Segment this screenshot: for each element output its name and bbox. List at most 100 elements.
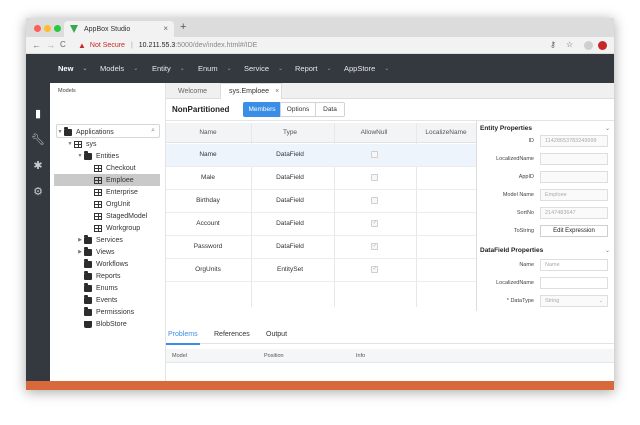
browser-tab[interactable]: AppBox Studio × <box>64 21 174 37</box>
allownull-checkbox[interactable] <box>371 219 378 227</box>
allownull-checkbox[interactable] <box>371 197 378 204</box>
forward-icon[interactable]: → <box>46 40 55 50</box>
tab-welcome[interactable]: Welcome <box>170 83 216 99</box>
menu-enum[interactable]: Enum ⌄ <box>198 54 232 83</box>
tree-node-enums[interactable]: Enums <box>50 282 165 294</box>
tab-problems[interactable]: Problems <box>168 331 198 338</box>
tab-sys-emploee[interactable]: sys.Emploee × <box>220 83 282 99</box>
column-header-type[interactable]: Type <box>274 129 306 136</box>
menu-models[interactable]: Models ⌄ <box>100 54 138 83</box>
prop-sortno-field: 2147483647 <box>540 207 608 219</box>
column-header-localizename[interactable]: LocalizeName <box>420 129 472 136</box>
profile-avatar[interactable] <box>598 41 607 50</box>
menu-new-label: New <box>58 64 74 73</box>
url-path: :5000/dev/index.html#/IDE <box>175 42 258 49</box>
close-window-icon[interactable] <box>34 25 41 32</box>
datafield-properties-header[interactable]: DataField Properties ⌄ <box>478 244 614 256</box>
properties-divider <box>476 121 477 311</box>
new-tab-button[interactable]: + <box>180 21 186 33</box>
prop-localizedname-field[interactable] <box>540 153 608 165</box>
column-header-allownull[interactable]: AllowNull <box>354 129 394 136</box>
caret-right-icon[interactable]: ▶ <box>76 249 84 255</box>
caret-down-icon[interactable]: ▼ <box>66 141 74 147</box>
table-row[interactable]: Password DataField <box>166 236 476 259</box>
tree-node-enterprise[interactable]: Enterprise <box>50 186 165 198</box>
tree-node-workflows[interactable]: Workflows <box>50 258 165 270</box>
tree-node-checkout[interactable]: Checkout <box>50 162 165 174</box>
tree-node-label: Services <box>96 236 123 244</box>
caret-right-icon[interactable]: ▶ <box>76 237 84 243</box>
menu-report[interactable]: Report ⌄ <box>295 54 332 83</box>
tree-node-blobstore[interactable]: BlobStore <box>50 318 165 330</box>
cell-type: DataField <box>276 197 304 204</box>
prop-modelname-value: Emploee <box>545 192 567 198</box>
tree-node-applications[interactable]: ▼ Applications <box>50 126 165 138</box>
prop-df-localizedname-field[interactable] <box>540 277 608 289</box>
prop-id-label: ID <box>528 138 535 144</box>
tree-node-sys[interactable]: ▼ sys <box>50 138 165 150</box>
bookmark-star-icon[interactable]: ☆ <box>566 40 573 49</box>
column-header-name[interactable]: Name <box>196 129 220 136</box>
tree-node-views[interactable]: ▶ Views <box>50 246 165 258</box>
allownull-checkbox[interactable] <box>371 174 378 181</box>
tree-node-orgunit[interactable]: OrgUnit <box>50 198 165 210</box>
menu-entity[interactable]: Entity ⌄ <box>152 54 185 83</box>
tree-node-emploee[interactable]: Emploee <box>54 174 160 186</box>
table-row[interactable]: Account DataField <box>166 213 476 236</box>
prop-localizedname-label: LocalizedName <box>496 156 534 162</box>
edit-expression-button[interactable]: Edit Expression <box>540 225 608 237</box>
document-icon[interactable]: ▮ <box>31 107 45 121</box>
tree-node-stagedmodel[interactable]: StagedModel <box>50 210 165 222</box>
wrench-icon[interactable]: 🔧︎ <box>31 133 45 147</box>
tree-node-events[interactable]: Events <box>50 294 165 306</box>
cell-name: OrgUnits <box>195 266 221 273</box>
allownull-checkbox[interactable] <box>371 151 378 158</box>
prop-appid-field <box>540 171 608 183</box>
bug-icon[interactable]: ✱ <box>31 159 45 173</box>
tab-members[interactable]: Members <box>243 102 281 117</box>
tree-node-entities[interactable]: ▼ Entities <box>50 150 165 162</box>
table-row[interactable]: Name DataField <box>166 144 476 167</box>
chevron-down-icon[interactable]: ⌄ <box>605 125 610 132</box>
tree-node-workgroup[interactable]: Workgroup <box>50 222 165 234</box>
key-icon[interactable]: ⚷ <box>550 40 556 49</box>
tree-node-services[interactable]: ▶ Services <box>50 234 165 246</box>
minimize-window-icon[interactable] <box>44 25 51 32</box>
extension-icon[interactable] <box>584 41 593 50</box>
allownull-checkbox[interactable] <box>371 265 378 273</box>
reload-icon[interactable]: C <box>60 40 66 49</box>
gear-icon[interactable]: ⚙ <box>31 185 45 199</box>
problems-header: Model Position Info <box>166 349 614 363</box>
tab-output[interactable]: Output <box>266 331 287 338</box>
table-row[interactable]: Male DataField <box>166 167 476 190</box>
caret-down-icon[interactable]: ▼ <box>56 129 64 135</box>
tab-references[interactable]: References <box>214 331 250 338</box>
caret-down-icon[interactable]: ▼ <box>76 153 84 159</box>
zoom-window-icon[interactable] <box>54 25 61 32</box>
tree-node-permissions[interactable]: Permissions <box>50 306 165 318</box>
tab-data[interactable]: Data <box>315 102 345 117</box>
tree-node-reports[interactable]: Reports <box>50 270 165 282</box>
chevron-down-icon[interactable]: ⌄ <box>605 247 610 254</box>
close-tab-icon[interactable]: × <box>163 24 168 33</box>
menu-models-label: Models <box>100 64 125 73</box>
tab-strip: AppBox Studio × + <box>26 18 614 37</box>
menu-new[interactable]: New ⌄ <box>58 54 87 83</box>
prop-datatype-select[interactable]: String ⌄ <box>540 295 608 307</box>
prop-name-label: Name <box>519 262 534 268</box>
entity-properties-header[interactable]: Entity Properties ⌄ <box>478 122 614 134</box>
tree-panel-title: Models <box>58 88 76 94</box>
prop-name-field[interactable]: Name <box>540 259 608 271</box>
tree-node-label: Enums <box>96 284 118 292</box>
tab-options[interactable]: Options <box>280 102 316 117</box>
url-field[interactable]: ▲ Not Secure | 10.211.55.3 :5000/dev/ind… <box>78 39 534 52</box>
tree-node-label: Entities <box>96 152 119 160</box>
back-icon[interactable]: ← <box>32 40 41 50</box>
table-row[interactable]: OrgUnits EntitySet <box>166 259 476 282</box>
menu-appstore[interactable]: AppStore ⌄ <box>344 54 389 83</box>
table-row[interactable]: Birthday DataField <box>166 190 476 213</box>
menu-service[interactable]: Service ⌄ <box>244 54 283 83</box>
prop-appid-label: AppID <box>518 174 534 180</box>
allownull-checkbox[interactable] <box>371 242 378 250</box>
close-tab-icon[interactable]: × <box>275 88 279 95</box>
